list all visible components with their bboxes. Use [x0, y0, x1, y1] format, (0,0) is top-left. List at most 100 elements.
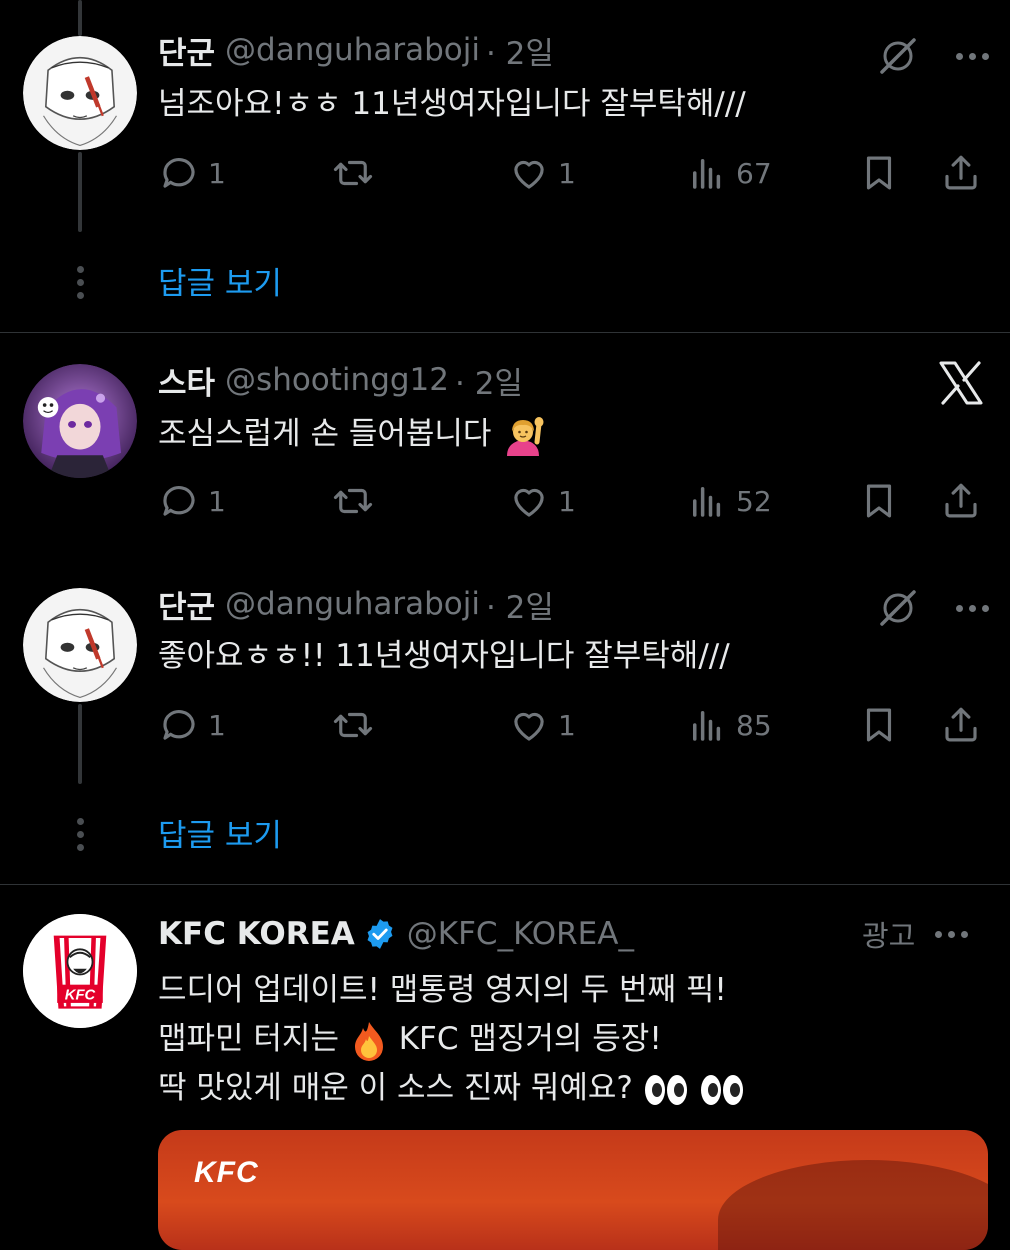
ad-text-line3-content: 딱 맛있게 매운 이 소스 진짜 뭐예요?	[158, 1070, 643, 1106]
grok-icon[interactable]	[876, 34, 920, 78]
avatar[interactable]	[23, 36, 137, 150]
like-count: 1	[558, 708, 576, 742]
more-icon[interactable]	[956, 604, 989, 612]
like-icon	[514, 160, 544, 189]
share-icon	[945, 707, 977, 742]
username[interactable]: @danguharaboji	[225, 586, 480, 622]
reply-count: 1	[208, 156, 226, 190]
ad-media-image[interactable]: KFC	[158, 1130, 988, 1250]
tweet-header: 단군 @danguharaboji · 2일	[158, 28, 554, 72]
reply-button[interactable]: 1	[158, 476, 226, 526]
retweet-icon	[333, 488, 373, 514]
like-button[interactable]: 1	[508, 700, 576, 750]
views-button[interactable]: 52	[686, 476, 772, 526]
show-replies-link[interactable]: 답글 보기	[158, 810, 282, 855]
avatar[interactable]	[23, 364, 137, 478]
ad-text-line2-a: 맵파민 터지는	[158, 1021, 349, 1057]
bookmark-icon	[866, 484, 892, 518]
avatar[interactable]: KFC	[23, 914, 137, 1028]
tweet-text: 좋아요ㅎㅎ!! 11년생여자입니다 잘부탁해///	[158, 638, 730, 674]
share-button[interactable]	[940, 476, 982, 526]
views-button[interactable]: 85	[686, 700, 772, 750]
kfc-logo-text: KFC	[65, 988, 96, 1004]
share-button[interactable]	[940, 700, 982, 750]
ad-text-line2-b: KFC 맵징거의 등장!	[398, 1021, 662, 1057]
x-logo-icon[interactable]	[938, 361, 984, 405]
tweet-header: KFC KOREA @KFC_KOREA_	[158, 912, 634, 956]
bookmark-icon	[866, 156, 892, 190]
bookmark-button[interactable]	[858, 148, 900, 198]
grok-icon[interactable]	[876, 586, 920, 630]
more-icon[interactable]	[956, 52, 989, 60]
tweet-top-actions	[938, 361, 984, 405]
views-icon	[693, 711, 721, 741]
tweet-actions: 1 1 67	[158, 148, 988, 198]
thread-more-dots	[77, 266, 84, 299]
reply-icon	[163, 158, 195, 188]
bookmark-button[interactable]	[858, 476, 900, 526]
retweet-icon	[333, 712, 373, 738]
verified-icon	[367, 919, 393, 949]
view-count: 52	[736, 484, 772, 518]
views-button[interactable]: 67	[686, 148, 772, 198]
thread-line	[78, 0, 82, 36]
display-name[interactable]: KFC KOREA	[158, 916, 355, 952]
username[interactable]: @shootingg12	[225, 362, 449, 398]
eyes-emoji	[700, 1074, 743, 1105]
tweet-header: 단군 @danguharaboji · 2일	[158, 582, 554, 626]
show-replies-link[interactable]: 답글 보기	[158, 258, 282, 303]
tweet-actions: 1 1 52	[158, 476, 988, 526]
ad-label: 광고	[862, 919, 916, 953]
reply-count: 1	[208, 484, 226, 518]
more-icon[interactable]	[935, 930, 969, 938]
tweet-header: 스타 @shootingg12 · 2일	[158, 358, 523, 402]
media-kfc-logo: KFC	[194, 1156, 259, 1189]
reply-button[interactable]: 1	[158, 700, 226, 750]
raising-hand-emoji	[507, 416, 544, 456]
thread-more-dots	[77, 818, 84, 851]
views-icon	[693, 487, 721, 517]
reply-button[interactable]: 1	[158, 148, 226, 198]
view-count: 85	[736, 708, 772, 742]
share-button[interactable]	[940, 148, 982, 198]
timestamp[interactable]: · 2일	[486, 28, 554, 73]
username[interactable]: @KFC_KOREA_	[407, 916, 634, 952]
tweet-top-actions	[876, 586, 989, 630]
views-icon	[693, 159, 721, 189]
bookmark-button[interactable]	[858, 700, 900, 750]
fire-emoji	[354, 1021, 383, 1061]
ad-text-line2: 맵파민 터지는 KFC 맵징거의 등장!	[158, 1015, 662, 1064]
share-icon	[945, 155, 977, 190]
display-name[interactable]: 단군	[158, 582, 215, 627]
retweet-icon	[333, 160, 373, 186]
username[interactable]: @danguharaboji	[225, 32, 480, 68]
timestamp[interactable]: · 2일	[455, 358, 523, 403]
avatar[interactable]	[23, 588, 137, 702]
like-button[interactable]: 1	[508, 476, 576, 526]
display-name[interactable]: 단군	[158, 28, 215, 73]
ad-text-line1: 드디어 업데이트! 맵통령 영지의 두 번째 픽!	[158, 972, 727, 1008]
divider	[0, 332, 1010, 333]
like-count: 1	[558, 484, 576, 518]
divider	[0, 884, 1010, 885]
like-icon	[514, 712, 544, 741]
tweet-text: 넘조아요!ㅎㅎ 11년생여자입니다 잘부탁해///	[158, 86, 746, 122]
thread-line	[78, 152, 82, 232]
tweet-top-actions	[876, 34, 989, 78]
reply-icon	[163, 710, 195, 740]
retweet-button[interactable]	[332, 700, 382, 750]
reply-count: 1	[208, 708, 226, 742]
tweet-actions: 1 1 85	[158, 700, 988, 750]
like-count: 1	[558, 156, 576, 190]
like-button[interactable]: 1	[508, 148, 576, 198]
retweet-button[interactable]	[332, 148, 382, 198]
reply-icon	[163, 486, 195, 516]
thread-line	[78, 704, 82, 784]
display-name[interactable]: 스타	[158, 358, 215, 403]
view-count: 67	[736, 156, 772, 190]
timestamp[interactable]: · 2일	[486, 582, 554, 627]
media-decoration	[718, 1160, 988, 1250]
tweet-text: 조심스럽게 손 들어봅니다	[158, 410, 545, 459]
retweet-button[interactable]	[332, 476, 382, 526]
tweet-text-content: 조심스럽게 손 들어봅니다	[158, 416, 492, 452]
